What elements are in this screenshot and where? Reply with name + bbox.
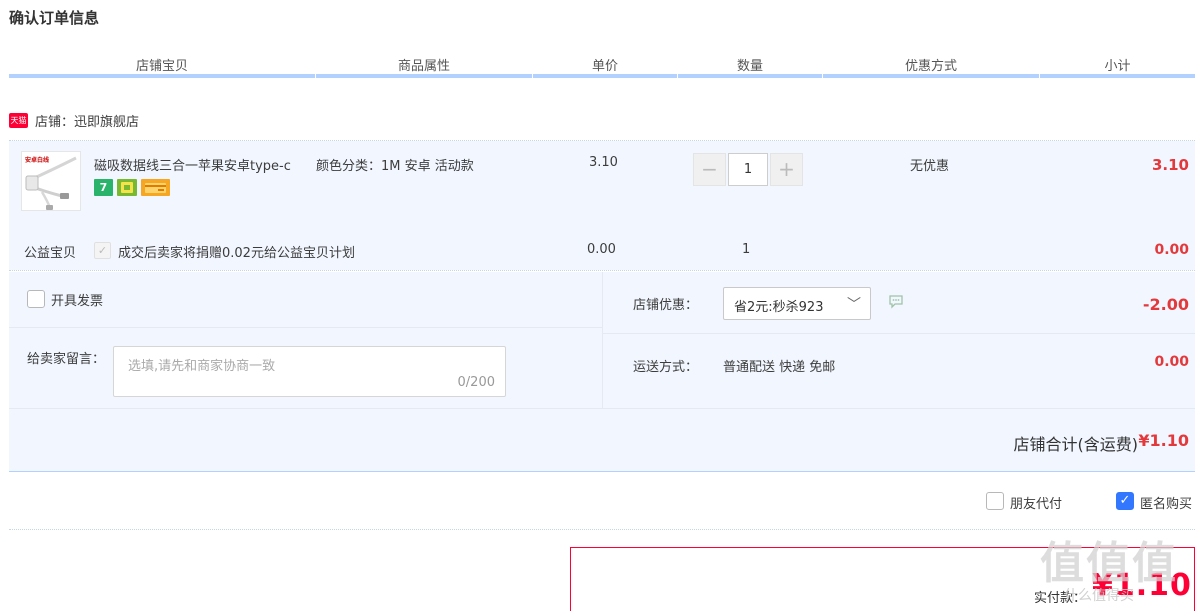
col-header-unit-price: 单价	[591, 59, 618, 74]
shipping-amount: 0.00	[1154, 354, 1189, 370]
quantity-stepper: − 1 +	[693, 153, 803, 186]
divider	[9, 471, 1195, 472]
header-bar	[533, 74, 677, 78]
page-title: 确认订单信息	[9, 9, 100, 27]
charity-text: 成交后卖家将捐赠0.02元给公益宝贝计划	[118, 246, 355, 261]
divider	[603, 333, 1195, 334]
anonymous-checkbox[interactable]: ✓	[1116, 492, 1134, 510]
charity-label: 公益宝贝	[24, 246, 77, 261]
product-attributes: 颜色分类：1M 安卓 活动款	[316, 159, 474, 174]
divider	[602, 272, 603, 408]
thumbnail-label: 安卓白线	[25, 157, 50, 164]
shop-total-amount: ¥1.10	[1138, 431, 1189, 450]
col-header-attributes: 商品属性	[397, 59, 450, 74]
col-header-discount: 优惠方式	[904, 59, 957, 74]
item-subtotal: 3.10	[1151, 156, 1189, 174]
discount-method: 无优惠	[910, 159, 950, 174]
product-thumbnail[interactable]: 安卓白线	[21, 151, 81, 211]
unit-price: 3.10	[589, 155, 618, 170]
shipping-label: 运送方式：	[633, 360, 699, 375]
tmall-icon: 天猫	[9, 112, 28, 128]
shop-row: 天猫 店铺：迅即旗舰店	[9, 109, 139, 131]
message-label: 给卖家留言：	[27, 352, 106, 367]
seller-message-input[interactable]: 选填,请先和商家协商一致 0/200	[113, 346, 506, 397]
message-char-counter: 0/200	[457, 375, 495, 390]
friend-pay-checkbox[interactable]	[986, 492, 1004, 510]
credit-card-icon[interactable]	[141, 179, 170, 196]
divider	[9, 529, 1195, 530]
divider	[9, 270, 1195, 271]
seven-day-return-icon[interactable]: 7	[94, 179, 113, 196]
charity-checkbox: ✓	[94, 242, 111, 259]
divider	[9, 327, 602, 328]
header-bar	[678, 74, 822, 78]
col-header-item: 店铺宝贝	[135, 59, 188, 74]
store-discount-value: 省2元:秒杀923	[734, 300, 824, 315]
invoice-label[interactable]: 开具发票	[51, 290, 103, 309]
header-bar	[316, 74, 532, 78]
store-discount-amount: -2.00	[1142, 295, 1189, 314]
anonymous-label[interactable]: 匿名购买	[1140, 493, 1192, 512]
store-discount-select[interactable]: 省2元:秒杀923 ﹀	[723, 287, 871, 320]
watermark-text: 什么值得买	[1064, 588, 1134, 604]
friend-pay-label[interactable]: 朋友代付	[1010, 493, 1062, 512]
quantity-input[interactable]: 1	[728, 153, 768, 186]
charity-quantity: 1	[742, 242, 751, 257]
header-bar	[1040, 74, 1195, 78]
quantity-increase-button[interactable]: +	[770, 153, 803, 186]
chat-bubble-icon[interactable]	[888, 295, 904, 309]
message-placeholder: 选填,请先和商家协商一致	[128, 359, 276, 374]
watermark-logo: 值值值	[1040, 538, 1178, 589]
shop-total-label: 店铺合计(含运费)	[1013, 435, 1139, 454]
product-title-link[interactable]: 磁吸数据线三合一苹果安卓type-c	[94, 155, 306, 174]
charity-price: 0.00	[587, 242, 616, 257]
col-header-quantity: 数量	[736, 59, 763, 74]
quantity-decrease-button[interactable]: −	[693, 153, 726, 186]
store-discount-label: 店铺优惠：	[633, 298, 699, 313]
chevron-down-icon: ﹀	[847, 297, 861, 313]
header-bar	[823, 74, 1039, 78]
divider	[9, 408, 1195, 409]
invoice-checkbox[interactable]	[27, 290, 45, 308]
charity-subtotal: 0.00	[1154, 242, 1189, 258]
shipping-method: 普通配送 快递 免邮	[723, 360, 836, 375]
col-header-subtotal: 小计	[1104, 59, 1131, 74]
shop-name-link[interactable]: 店铺：迅即旗舰店	[35, 111, 139, 130]
header-bar	[9, 74, 315, 78]
guarantee-badge-icon[interactable]	[117, 179, 137, 196]
